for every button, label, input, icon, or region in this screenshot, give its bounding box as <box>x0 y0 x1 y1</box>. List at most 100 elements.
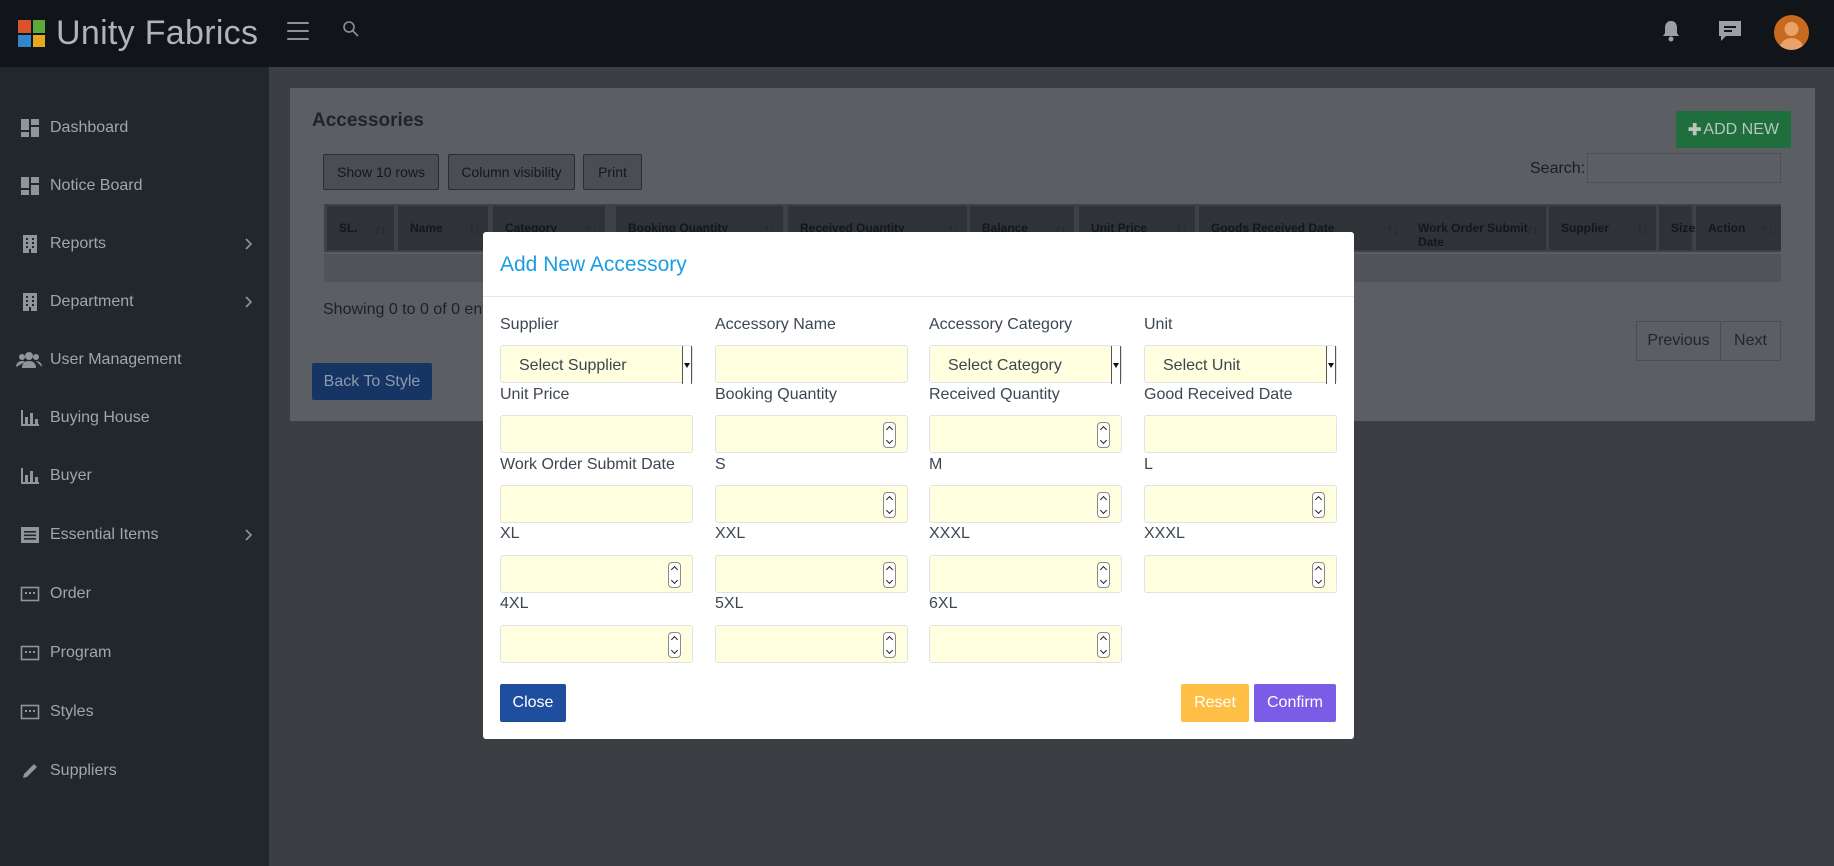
previous-page-button[interactable]: Previous <box>1636 321 1721 361</box>
unit-select[interactable]: Select Unit <box>1144 345 1337 384</box>
sidebar-item-label: Buying House <box>50 409 150 426</box>
confirm-button[interactable]: Confirm <box>1254 684 1336 722</box>
accessory-name-label: Accessory Name <box>715 316 836 333</box>
sidebar-item-order[interactable]: Order <box>0 572 269 616</box>
sort-icon: ↑↓ <box>1637 224 1648 236</box>
column-header[interactable]: Action ↑↓ <box>1696 206 1781 250</box>
size-xxxl-label-2: XXXL <box>1144 525 1185 542</box>
sidebar-item-label: Styles <box>50 703 94 720</box>
good-received-date-label: Good Received Date <box>1144 386 1293 403</box>
sort-icon: ↑↓ <box>1387 224 1398 236</box>
sidebar-item-dashboard[interactable]: Dashboard <box>0 106 269 150</box>
booking-quantity-label: Booking Quantity <box>715 386 837 403</box>
number-spinner[interactable] <box>883 562 896 588</box>
print-button[interactable]: Print <box>583 154 642 190</box>
card-icon <box>20 643 40 663</box>
add-new-button[interactable]: ✚ ADD NEW <box>1676 111 1791 148</box>
received-quantity-input[interactable] <box>929 415 1122 453</box>
sort-icon: ↑↓ <box>1527 224 1538 236</box>
show-rows-button[interactable]: Show 10 rows <box>323 154 439 190</box>
number-spinner[interactable] <box>883 422 896 448</box>
number-spinner[interactable] <box>1097 492 1110 518</box>
card-icon <box>20 584 40 604</box>
top-navbar: Unity Fabrics <box>0 0 1834 67</box>
modal-title: Add New Accessory <box>500 253 687 276</box>
bell-icon[interactable] <box>1660 19 1682 43</box>
sidebar-item-label: Notice Board <box>50 177 143 194</box>
chevron-right-icon <box>244 295 253 309</box>
number-spinner[interactable] <box>668 562 681 588</box>
sidebar-item-reports[interactable]: Reports <box>0 222 269 266</box>
column-header[interactable]: Name ↑↓ <box>398 206 488 250</box>
supplier-select[interactable]: Select Supplier <box>500 345 693 384</box>
column-visibility-button[interactable]: Column visibility <box>448 154 575 190</box>
column-header[interactable]: Size <box>1659 206 1695 250</box>
size-xxl-input[interactable] <box>715 555 908 593</box>
number-spinner[interactable] <box>1312 562 1325 588</box>
dashboard-icon <box>20 176 40 196</box>
next-page-button[interactable]: Next <box>1720 321 1781 361</box>
unit-price-input[interactable] <box>500 415 693 453</box>
column-header[interactable]: SL. ↑↓ <box>327 206 394 250</box>
sort-desc-icon: ↑↓ <box>375 224 386 236</box>
column-header[interactable]: Supplier ↑↓ <box>1549 206 1656 250</box>
sidebar-item-styles[interactable]: Styles <box>0 690 269 734</box>
number-spinner[interactable] <box>1312 492 1325 518</box>
sidebar-item-buying-house[interactable]: Buying House <box>0 396 269 440</box>
received-quantity-label: Received Quantity <box>929 386 1060 403</box>
unit-label: Unit <box>1144 316 1173 333</box>
booking-quantity-input[interactable] <box>715 415 908 453</box>
back-to-style-button[interactable]: Back To Style <box>312 363 432 400</box>
size-5xl-input[interactable] <box>715 625 908 663</box>
accessory-name-input[interactable] <box>715 345 908 383</box>
sidebar-item-label: Program <box>50 644 112 661</box>
size-6xl-label: 6XL <box>929 595 958 612</box>
size-s-input[interactable] <box>715 485 908 523</box>
number-spinner[interactable] <box>883 492 896 518</box>
supplier-label: Supplier <box>500 316 559 333</box>
size-m-input[interactable] <box>929 485 1122 523</box>
sidebar-item-label: Buyer <box>50 467 92 484</box>
number-spinner[interactable] <box>1097 422 1110 448</box>
chevron-right-icon <box>244 237 253 251</box>
user-avatar[interactable] <box>1774 15 1809 50</box>
size-l-input[interactable] <box>1144 485 1337 523</box>
chat-icon[interactable] <box>1717 19 1743 43</box>
bar-chart-icon <box>20 466 40 486</box>
work-order-submit-date-input[interactable] <box>500 485 693 523</box>
card-icon <box>20 702 40 722</box>
sidebar-item-buyer[interactable]: Buyer <box>0 454 269 498</box>
size-xxxl-input-2[interactable] <box>1144 555 1337 593</box>
size-xl-input[interactable] <box>500 555 693 593</box>
number-spinner[interactable] <box>1097 632 1110 658</box>
good-received-date-input[interactable] <box>1144 415 1337 453</box>
chevron-right-icon <box>244 528 253 542</box>
size-s-label: S <box>715 456 726 473</box>
sidebar-item-suppliers[interactable]: Suppliers <box>0 749 269 793</box>
brand[interactable]: Unity Fabrics <box>0 0 269 67</box>
sidebar-item-essential-items[interactable]: Essential Items <box>0 513 269 557</box>
size-4xl-input[interactable] <box>500 625 693 663</box>
sidebar-item-label: Essential Items <box>50 526 159 543</box>
number-spinner[interactable] <box>883 632 896 658</box>
column-header[interactable]: Work Order Submit Date ↑↓ <box>1406 206 1546 250</box>
sort-icon: ↑↓ <box>1762 224 1773 236</box>
size-4xl-label: 4XL <box>500 595 529 612</box>
number-spinner[interactable] <box>1097 562 1110 588</box>
sidebar-item-department[interactable]: Department <box>0 280 269 324</box>
accessory-category-select[interactable]: Select Category <box>929 345 1122 384</box>
size-xxxl-input[interactable] <box>929 555 1122 593</box>
sidebar-item-label: Reports <box>50 235 107 252</box>
table-search-input[interactable] <box>1587 153 1781 183</box>
dashboard-icon <box>20 118 40 138</box>
sidebar-item-notice-board[interactable]: Notice Board <box>0 164 269 208</box>
hamburger-menu-icon[interactable] <box>287 22 309 40</box>
sidebar-item-user-management[interactable]: User Management <box>0 338 269 382</box>
reset-button[interactable]: Reset <box>1181 684 1249 722</box>
sidebar-item-label: Suppliers <box>50 762 117 779</box>
size-6xl-input[interactable] <box>929 625 1122 663</box>
search-icon[interactable] <box>342 20 360 38</box>
sidebar-item-program[interactable]: Program <box>0 631 269 675</box>
number-spinner[interactable] <box>668 632 681 658</box>
close-button[interactable]: Close <box>500 684 566 722</box>
